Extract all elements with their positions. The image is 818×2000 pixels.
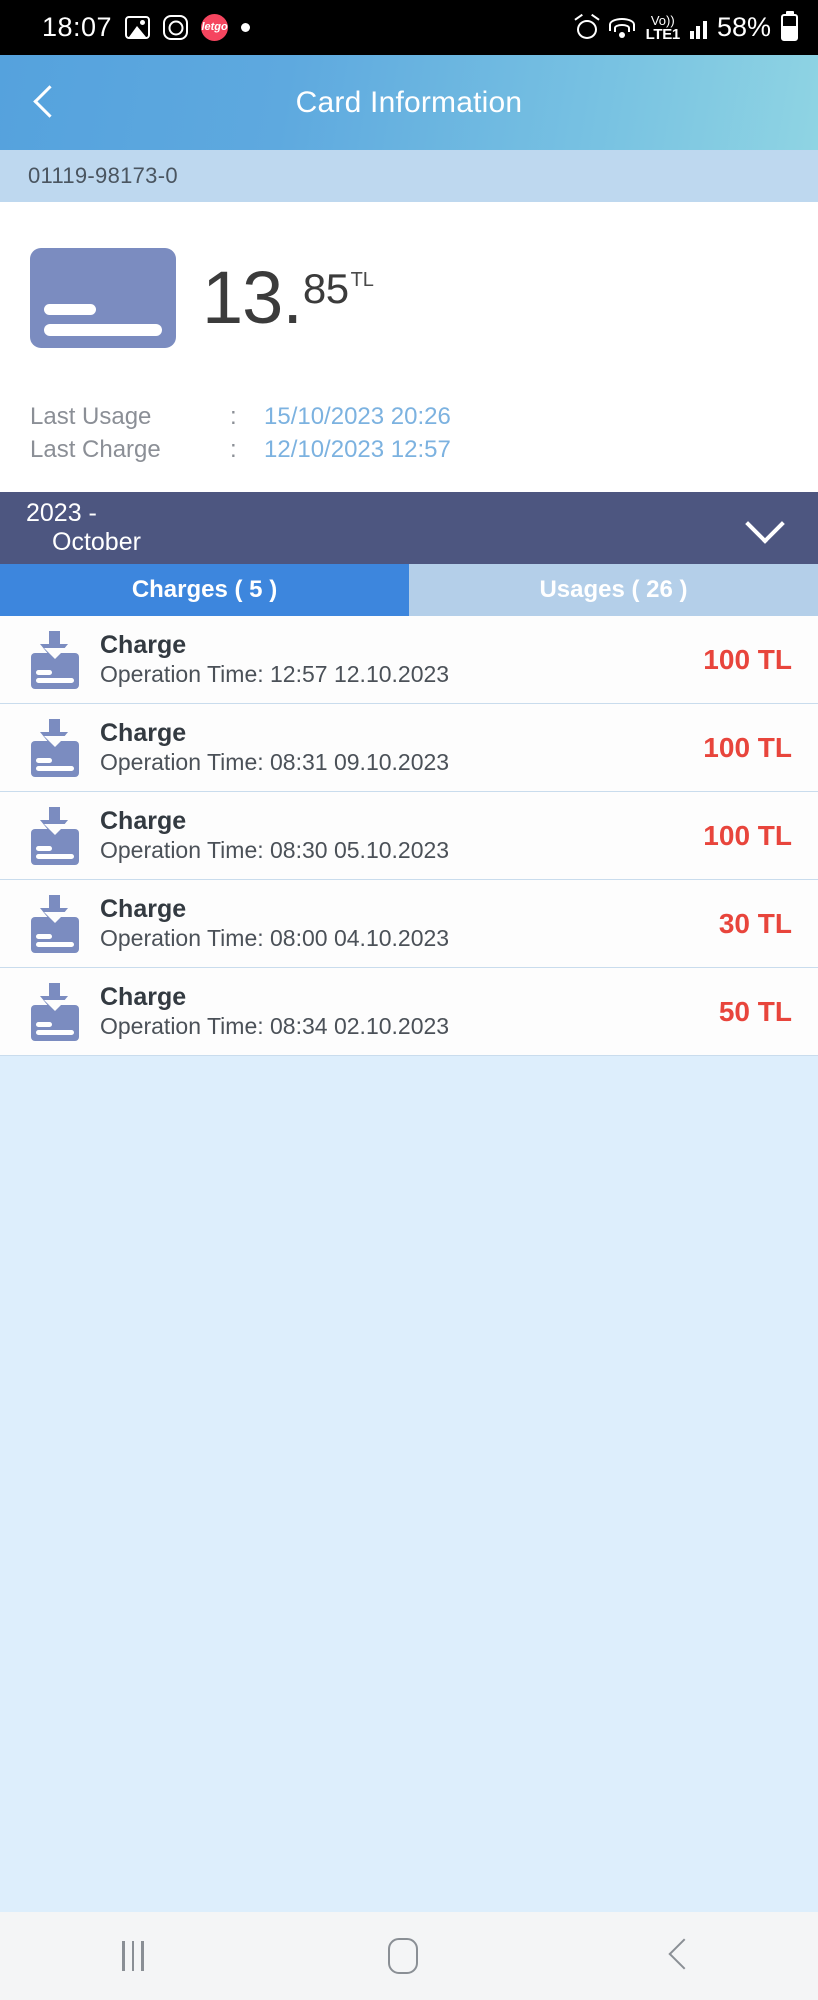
- charge-download-icon: [24, 806, 86, 865]
- last-usage-colon: :: [230, 403, 237, 430]
- charge-download-icon: [24, 982, 86, 1041]
- table-row[interactable]: Charge Operation Time: 08:00 04.10.2023 …: [0, 880, 818, 969]
- balance-currency: TL: [350, 269, 374, 292]
- status-bar-right: Vo)) LTE1 58%: [573, 12, 798, 43]
- row-amount: 100 TL: [703, 731, 792, 763]
- android-status-bar: 18:07 letgo Vo)) LTE1 58%: [0, 0, 818, 55]
- battery-icon: [781, 14, 798, 41]
- charge-download-icon: [24, 718, 86, 777]
- back-icon[interactable]: [662, 1939, 696, 1973]
- table-row[interactable]: Charge Operation Time: 08:30 05.10.2023 …: [0, 792, 818, 881]
- status-bar-left: 18:07 letgo: [42, 12, 251, 43]
- card-details: Last Usage : 15/10/2023 20:26 Last Charg…: [0, 400, 818, 492]
- row-subtitle: Operation Time: 12:57 12.10.2023: [100, 661, 450, 688]
- row-title: Charge: [100, 718, 187, 747]
- row-title: Charge: [100, 806, 187, 835]
- page-title: Card Information: [295, 85, 523, 119]
- row-subtitle: Operation Time: 08:30 05.10.2023: [100, 837, 450, 864]
- row-title: Charge: [100, 894, 187, 923]
- table-row[interactable]: Charge Operation Time: 08:31 09.10.2023 …: [0, 704, 818, 793]
- card-number-label: 01119-98173-0: [28, 163, 178, 188]
- status-bar-clock: 18:07: [42, 12, 113, 42]
- alarm-icon: [573, 13, 600, 40]
- balance-amount: 13 . 85 TL: [202, 256, 374, 340]
- row-text: Charge Operation Time: 12:57 12.10.2023: [100, 630, 693, 688]
- balance-separator: .: [282, 256, 303, 340]
- row-title: Charge: [100, 982, 187, 1011]
- row-text: Charge Operation Time: 08:30 05.10.2023: [100, 806, 693, 864]
- card-icon: [30, 248, 176, 348]
- row-amount: 100 TL: [703, 819, 792, 851]
- last-usage-value: 15/10/2023 20:26: [264, 403, 451, 430]
- balance-integer: 13: [202, 256, 283, 340]
- volte-bottom-label: LTE1: [645, 25, 681, 43]
- app-header: Card Information: [0, 55, 818, 150]
- row-title: Charge: [100, 630, 187, 659]
- last-usage-label: Last Usage: [30, 403, 152, 430]
- last-charge-value: 12/10/2023 12:57: [264, 436, 451, 464]
- period-month: October: [52, 528, 141, 557]
- transaction-list: Charge Operation Time: 12:57 12.10.2023 …: [0, 616, 818, 1057]
- chevron-down-icon[interactable]: [744, 508, 784, 548]
- row-text: Charge Operation Time: 08:31 09.10.2023: [100, 718, 693, 776]
- tab-usages[interactable]: Usages ( 26 ): [409, 564, 818, 617]
- charge-download-icon: [24, 894, 86, 953]
- tab-charges[interactable]: Charges ( 5 ): [0, 564, 409, 617]
- row-text: Charge Operation Time: 08:34 02.10.2023: [100, 982, 709, 1040]
- period-year: 2023 -: [26, 498, 97, 527]
- detail-row-last-charge: Last Charge : 12/10/2023 12:57: [30, 433, 818, 466]
- letgo-icon: letgo: [201, 14, 229, 41]
- home-icon[interactable]: [387, 1938, 418, 1974]
- volte-top-label: Vo)): [650, 12, 675, 28]
- table-row[interactable]: Charge Operation Time: 12:57 12.10.2023 …: [0, 616, 818, 705]
- period-selector[interactable]: 2023 - October: [0, 492, 818, 565]
- row-subtitle: Operation Time: 08:31 09.10.2023: [100, 749, 450, 776]
- balance-row: 13 . 85 TL: [0, 248, 818, 348]
- wifi-icon: [609, 17, 636, 39]
- gallery-icon: [125, 16, 151, 39]
- signal-bars-icon: [689, 17, 707, 39]
- last-charge-colon: :: [230, 436, 237, 464]
- balance-decimal: 85: [302, 265, 349, 313]
- recent-apps-icon[interactable]: [122, 1941, 144, 1971]
- last-charge-label: Last Charge: [30, 436, 161, 464]
- balance-panel: 13 . 85 TL Last Usage : 15/10/2023 20:26…: [0, 202, 818, 493]
- battery-percent-label: 58%: [716, 12, 771, 42]
- tab-bar: Charges ( 5 ) Usages ( 26 ): [0, 564, 818, 617]
- instagram-icon: [163, 15, 189, 40]
- empty-list-area: [0, 1056, 818, 1912]
- row-subtitle: Operation Time: 08:00 04.10.2023: [100, 925, 450, 952]
- row-text: Charge Operation Time: 08:00 04.10.2023: [100, 894, 709, 952]
- detail-row-last-usage: Last Usage : 15/10/2023 20:26: [30, 400, 818, 433]
- volte-indicator: Vo)) LTE1: [645, 12, 681, 43]
- row-amount: 30 TL: [718, 907, 792, 939]
- row-amount: 50 TL: [718, 995, 792, 1027]
- card-number-bar: 01119-98173-0: [0, 150, 818, 202]
- phone-screen: 18:07 letgo Vo)) LTE1 58% Card Informati…: [0, 0, 818, 2000]
- dot-indicator-icon: [241, 23, 251, 32]
- row-amount: 100 TL: [703, 643, 792, 675]
- table-row[interactable]: Charge Operation Time: 08:34 02.10.2023 …: [0, 968, 818, 1057]
- row-subtitle: Operation Time: 08:34 02.10.2023: [100, 1013, 450, 1040]
- back-button[interactable]: [26, 86, 60, 120]
- charge-download-icon: [24, 630, 86, 689]
- android-nav-bar: [0, 1912, 818, 2000]
- period-label: 2023 - October: [26, 499, 141, 558]
